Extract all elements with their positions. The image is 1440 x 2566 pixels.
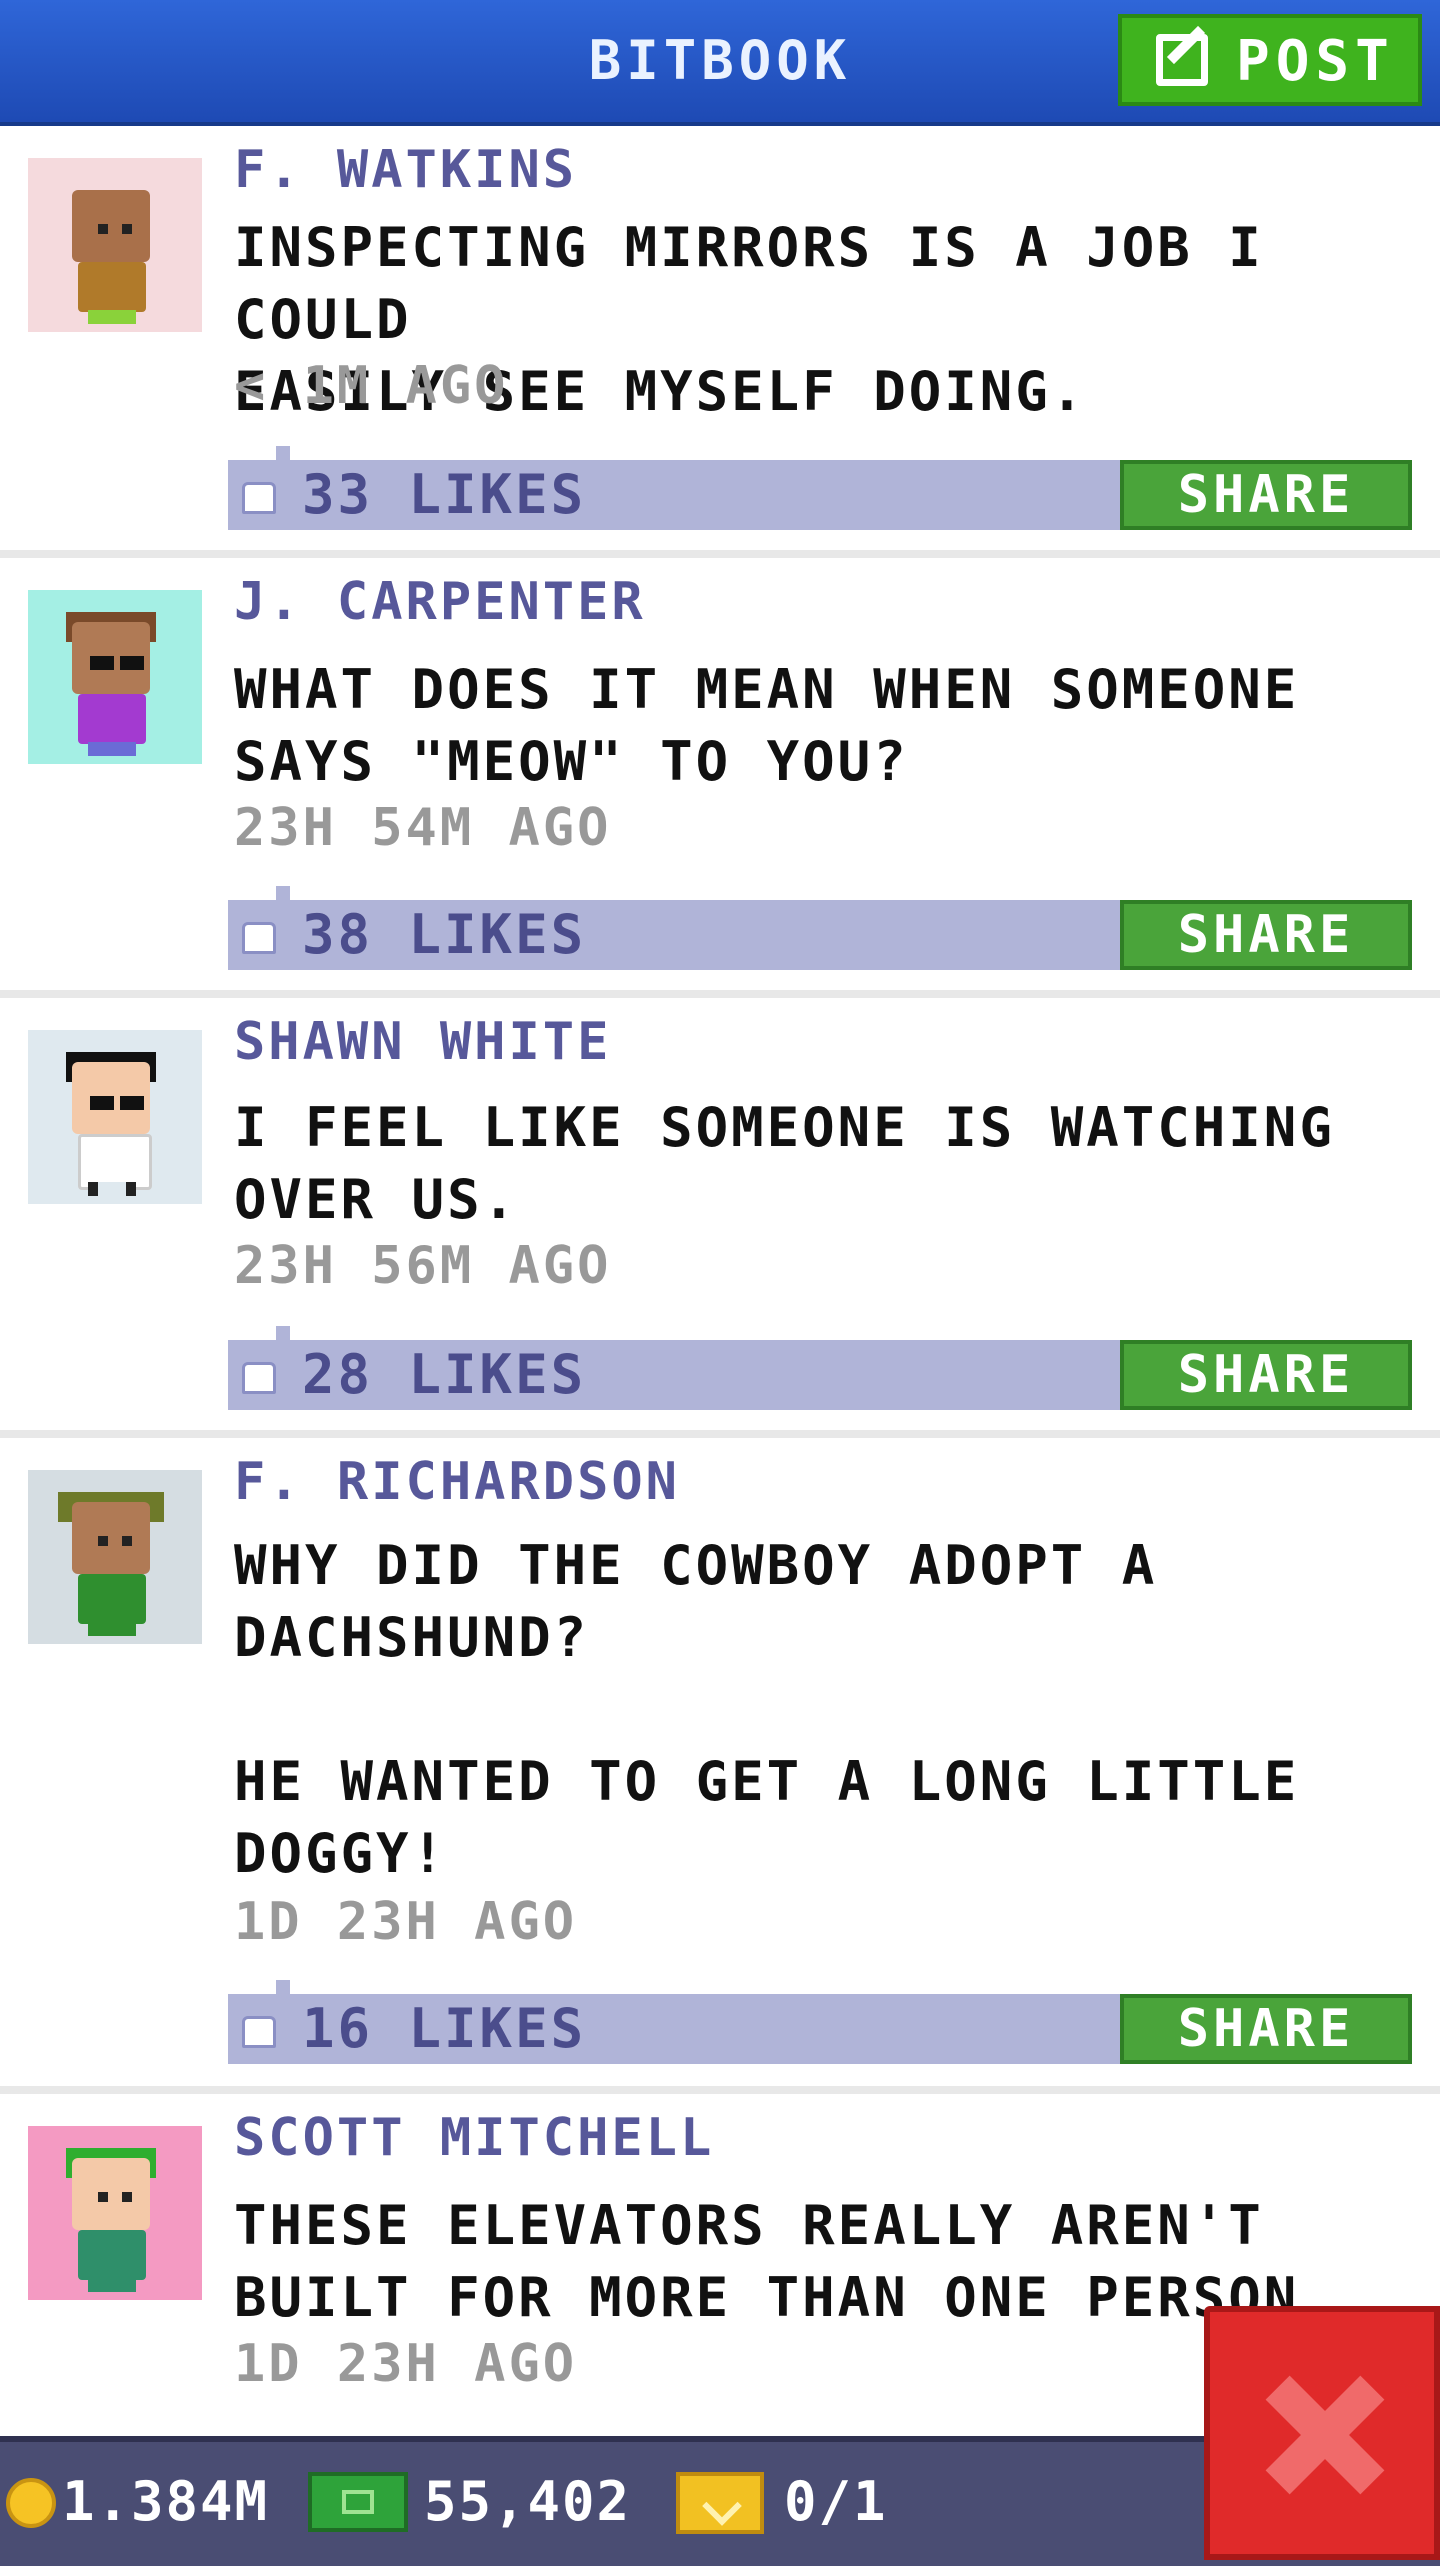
post-author[interactable]: F. RICHARDSON	[234, 1452, 680, 1512]
post-time: 1D 23H AGO	[234, 2334, 578, 2394]
avatar[interactable]	[28, 1030, 202, 1204]
likes-count: 33 LIKES	[302, 463, 587, 526]
avatar[interactable]	[28, 1470, 202, 1644]
avatar[interactable]	[28, 590, 202, 764]
ticket-count: 0/1	[784, 2470, 888, 2533]
thumbs-up-icon	[242, 482, 276, 514]
post-text: WHAT DOES IT MEAN WHEN SOMEONE SAYS "MEO…	[234, 658, 1300, 793]
thumbs-up-icon	[242, 1362, 276, 1394]
ticket-icon	[676, 2472, 764, 2534]
likes-count: 16 LIKES	[302, 1997, 587, 2060]
share-button[interactable]: SHARE	[1120, 900, 1412, 970]
post-time: 23H 56M AGO	[234, 1236, 612, 1296]
likes-count: 38 LIKES	[302, 903, 587, 966]
share-button[interactable]: SHARE	[1120, 1994, 1412, 2064]
likes-bar[interactable]: 16 LIKES SHARE	[228, 1980, 1412, 2064]
thumbs-up-icon	[242, 922, 276, 954]
share-button[interactable]: SHARE	[1120, 1340, 1412, 1410]
post-time: < 1M AGO	[234, 356, 509, 416]
coin-count: 1.384M	[62, 2470, 270, 2533]
post-button[interactable]: POST	[1118, 14, 1422, 106]
avatar[interactable]	[28, 158, 202, 332]
feed-post: J. CARPENTER WHAT DOES IT MEAN WHEN SOME…	[0, 558, 1440, 998]
feed-post: F. WATKINS INSPECTING MIRRORS IS A JOB I…	[0, 126, 1440, 558]
likes-bar[interactable]: 33 LIKES SHARE	[228, 446, 1412, 530]
post-author[interactable]: F. WATKINS	[234, 140, 577, 200]
feed-post: SHAWN WHITE I FEEL LIKE SOMEONE IS WATCH…	[0, 998, 1440, 1438]
feed-post: F. RICHARDSON WHY DID THE COWBOY ADOPT A…	[0, 1438, 1440, 2094]
app-header: BITBOOK POST	[0, 0, 1440, 126]
avatar[interactable]	[28, 2126, 202, 2300]
post-text: WHY DID THE COWBOY ADOPT A DACHSHUND? HE…	[234, 1534, 1300, 1885]
post-text: I FEEL LIKE SOMEONE IS WATCHING OVER US.	[234, 1096, 1335, 1231]
likes-count: 28 LIKES	[302, 1343, 587, 1406]
post-author[interactable]: SCOTT MITCHELL	[234, 2108, 714, 2168]
post-time: 1D 23H AGO	[234, 1892, 578, 1952]
likes-bar[interactable]: 38 LIKES SHARE	[228, 886, 1412, 970]
bux-count: 55,402	[424, 2470, 632, 2533]
likes-bar[interactable]: 28 LIKES SHARE	[228, 1326, 1412, 1410]
cash-icon	[308, 2472, 408, 2532]
thumbs-up-icon	[242, 2016, 276, 2048]
post-author[interactable]: J. CARPENTER	[234, 572, 646, 632]
coin-icon	[6, 2478, 56, 2528]
post-button-label: POST	[1236, 29, 1395, 94]
post-author[interactable]: SHAWN WHITE	[234, 1012, 611, 1072]
close-button[interactable]	[1204, 2306, 1440, 2560]
post-time: 23H 54M AGO	[234, 798, 612, 858]
compose-icon	[1156, 34, 1208, 86]
share-button[interactable]: SHARE	[1120, 460, 1412, 530]
